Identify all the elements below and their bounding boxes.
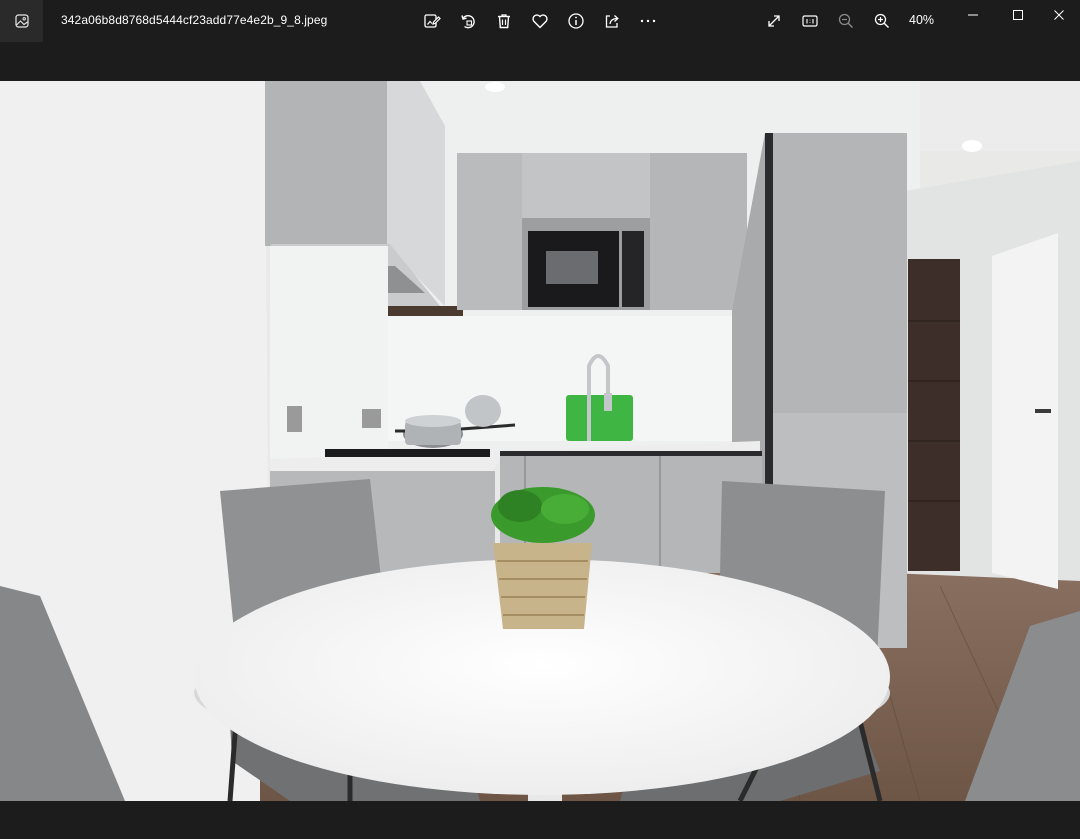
share-icon[interactable] [600,9,624,33]
title-bar: 342a06b8d8768d5444cf23add77e4e2b_9_8.jpe… [0,0,1080,42]
minimize-icon[interactable] [950,0,996,30]
zoom-level[interactable]: 40% [909,13,934,27]
fullscreen-icon[interactable] [762,9,786,33]
kitchen-dining-room-photo[interactable] [0,81,1080,801]
photos-app-icon[interactable] [0,0,43,42]
actual-size-icon[interactable] [798,9,822,33]
photo-icon [14,14,29,28]
zoom-in-icon[interactable] [870,9,894,33]
delete-icon[interactable] [492,9,516,33]
file-name: 342a06b8d8768d5444cf23add77e4e2b_9_8.jpe… [61,13,328,27]
file-info-icon[interactable] [564,9,588,33]
zoom-out-icon[interactable] [834,9,858,33]
favorite-icon[interactable] [528,9,552,33]
edit-image-icon[interactable] [420,9,444,33]
maximize-icon[interactable] [995,0,1041,30]
close-icon[interactable] [1036,0,1080,30]
photo-illustration [0,81,1080,801]
more-icon[interactable] [636,9,660,33]
rotate-icon[interactable] [456,9,480,33]
